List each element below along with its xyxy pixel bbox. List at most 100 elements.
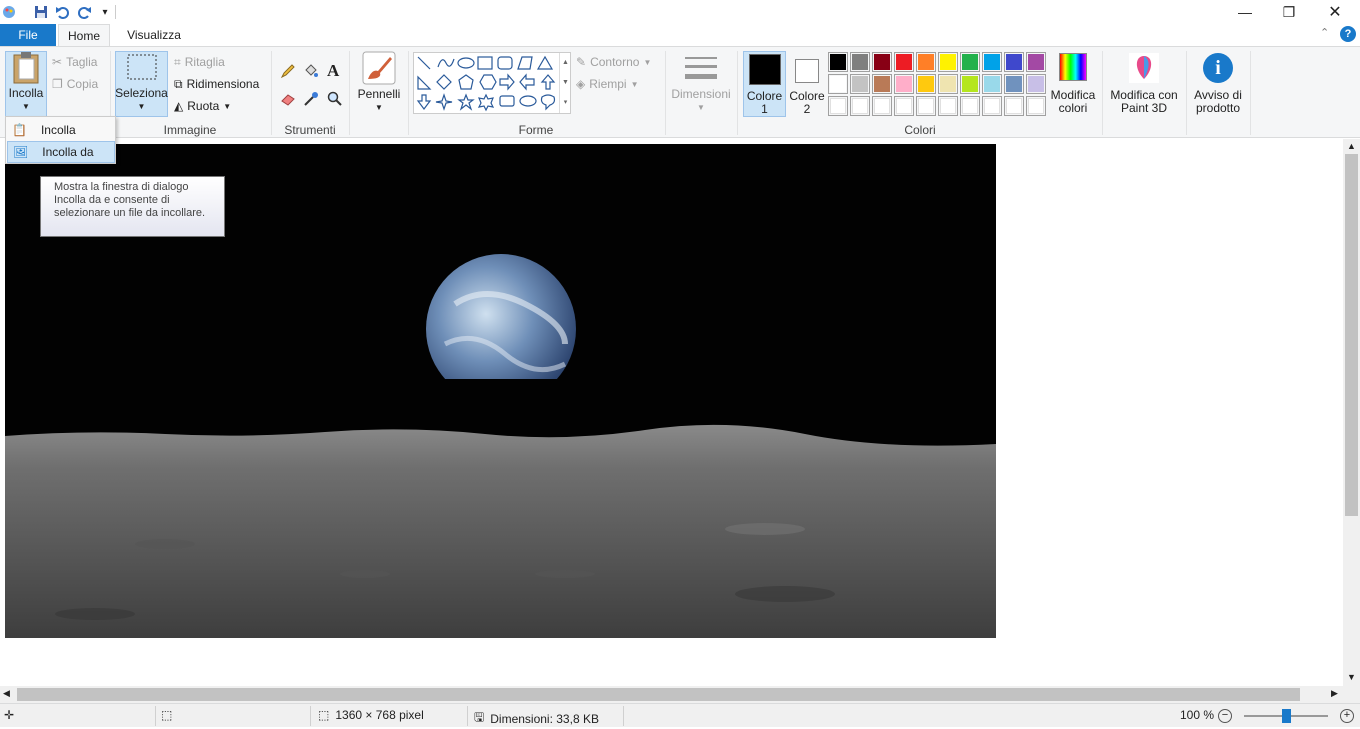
- palette-swatch[interactable]: [1026, 96, 1046, 116]
- product-notice-button[interactable]: i Avviso di prodotto: [1190, 53, 1246, 119]
- palette-swatch[interactable]: [982, 74, 1002, 94]
- edit-colors-label-2: colori: [1058, 101, 1088, 115]
- paint3d-button[interactable]: Modifica con Paint 3D: [1106, 53, 1182, 119]
- customize-quick-access-icon[interactable]: ▾: [96, 3, 114, 21]
- color1-button[interactable]: Colore 1: [743, 51, 786, 117]
- palette-swatch[interactable]: [916, 74, 936, 94]
- palette-swatch[interactable]: [982, 96, 1002, 116]
- palette-swatch[interactable]: [982, 52, 1002, 72]
- palette-swatch[interactable]: [916, 52, 936, 72]
- swatch-color: [1006, 54, 1022, 70]
- swatch-color: [1028, 98, 1044, 114]
- scroll-thumb[interactable]: [17, 688, 1300, 701]
- palette-swatch[interactable]: [960, 96, 980, 116]
- palette-swatch[interactable]: [938, 74, 958, 94]
- size-button[interactable]: Dimensioni ▼: [670, 53, 732, 119]
- palette-swatch[interactable]: [916, 96, 936, 116]
- divider: [1102, 51, 1103, 135]
- swatch-color: [830, 54, 846, 70]
- help-icon[interactable]: ?: [1340, 26, 1356, 42]
- paint-app-icon[interactable]: [0, 3, 18, 21]
- palette-swatch[interactable]: [894, 74, 914, 94]
- swatch-color: [940, 76, 956, 92]
- palette-swatch[interactable]: [960, 74, 980, 94]
- magnifier-icon[interactable]: [327, 91, 343, 107]
- color2-button[interactable]: Colore 2: [788, 51, 826, 117]
- tools-group-label: Strumenti: [284, 123, 336, 137]
- paste-button[interactable]: Incolla ▼: [5, 51, 47, 117]
- divider: [1250, 51, 1251, 135]
- palette-swatch[interactable]: [872, 52, 892, 72]
- crop-icon: ⌗: [174, 54, 181, 69]
- paste-from-icon: 🖼: [13, 145, 29, 159]
- divider: [155, 706, 156, 726]
- rotate-button[interactable]: ◭ Ruota ▼: [174, 97, 231, 115]
- fill-button[interactable]: ◈ Riempi ▼: [576, 75, 639, 93]
- color-picker-icon[interactable]: [303, 91, 319, 107]
- shapes-icons[interactable]: [416, 53, 562, 113]
- outline-button[interactable]: ✎ Contorno ▼: [576, 53, 651, 71]
- palette-swatch[interactable]: [1026, 74, 1046, 94]
- palette-swatch[interactable]: [1004, 96, 1024, 116]
- palette-swatch[interactable]: [828, 52, 848, 72]
- copy-button[interactable]: ❐ Copia: [52, 75, 98, 93]
- color1-number: 1: [761, 102, 768, 116]
- scroll-up-icon[interactable]: ▲: [1347, 141, 1356, 151]
- gallery-scroll[interactable]: ▲ ▼ ▾: [559, 53, 571, 113]
- ribbon-tabs: File Home Visualizza ⌃ ?: [0, 24, 1360, 47]
- minimize-button[interactable]: —: [1222, 0, 1268, 24]
- palette-swatch[interactable]: [1004, 52, 1024, 72]
- edit-colors-button[interactable]: Modifica colori: [1049, 53, 1097, 119]
- tab-file[interactable]: File: [0, 24, 56, 46]
- scroll-thumb[interactable]: [1345, 154, 1358, 516]
- chevron-down-icon: ▼: [697, 103, 705, 112]
- palette-swatch[interactable]: [850, 96, 870, 116]
- resize-icon: ⧉: [174, 76, 183, 91]
- vertical-scrollbar[interactable]: ▲ ▼: [1343, 139, 1360, 686]
- divider: [408, 51, 409, 135]
- palette-swatch[interactable]: [872, 96, 892, 116]
- pencil-icon[interactable]: [280, 63, 296, 79]
- selection-size-icon: ⬚: [161, 708, 173, 722]
- brushes-button[interactable]: Pennelli ▼: [355, 51, 403, 117]
- palette-swatch[interactable]: [850, 52, 870, 72]
- palette-swatch[interactable]: [894, 96, 914, 116]
- palette-swatch[interactable]: [872, 74, 892, 94]
- text-tool-icon[interactable]: A: [327, 61, 339, 81]
- palette-swatch[interactable]: [850, 74, 870, 94]
- resize-button[interactable]: ⧉ Ridimensiona: [174, 75, 259, 93]
- tab-home[interactable]: Home: [58, 24, 110, 47]
- cut-button[interactable]: ✂ Taglia: [52, 53, 97, 71]
- palette-swatch[interactable]: [828, 74, 848, 94]
- palette-swatch[interactable]: [828, 96, 848, 116]
- zoom-slider-thumb[interactable]: [1282, 709, 1291, 723]
- palette-swatch[interactable]: [960, 52, 980, 72]
- brushes-label: Pennelli: [357, 87, 401, 101]
- restore-button[interactable]: ❐: [1266, 0, 1312, 24]
- undo-icon[interactable]: [53, 3, 71, 21]
- palette-swatch[interactable]: [938, 52, 958, 72]
- swatch-color: [940, 54, 956, 70]
- scroll-left-icon[interactable]: ◀: [3, 688, 10, 699]
- collapse-ribbon-icon[interactable]: ⌃: [1320, 26, 1329, 39]
- menu-item-paste-from[interactable]: 🖼 Incolla da: [7, 141, 115, 163]
- palette-swatch[interactable]: [1026, 52, 1046, 72]
- menu-item-paste[interactable]: 📋 Incolla: [7, 119, 115, 141]
- palette-swatch[interactable]: [894, 52, 914, 72]
- palette-swatch[interactable]: [938, 96, 958, 116]
- scroll-down-icon[interactable]: ▼: [1347, 672, 1356, 682]
- select-button[interactable]: Seleziona ▼: [115, 51, 168, 117]
- horizontal-scrollbar[interactable]: ◀ ▶: [0, 686, 1343, 703]
- crop-button[interactable]: ⌗ Ritaglia: [174, 53, 225, 71]
- zoom-out-button[interactable]: −: [1218, 709, 1232, 723]
- scroll-right-icon[interactable]: ▶: [1331, 688, 1338, 699]
- tab-view[interactable]: Visualizza: [116, 24, 192, 46]
- close-button[interactable]: ✕: [1312, 0, 1358, 24]
- save-icon[interactable]: [32, 3, 50, 21]
- line-size-icon: [685, 57, 717, 79]
- zoom-in-button[interactable]: +: [1340, 709, 1354, 723]
- redo-icon[interactable]: [76, 3, 94, 21]
- palette-swatch[interactable]: [1004, 74, 1024, 94]
- fill-bucket-icon[interactable]: [303, 63, 319, 79]
- eraser-icon[interactable]: [280, 91, 296, 107]
